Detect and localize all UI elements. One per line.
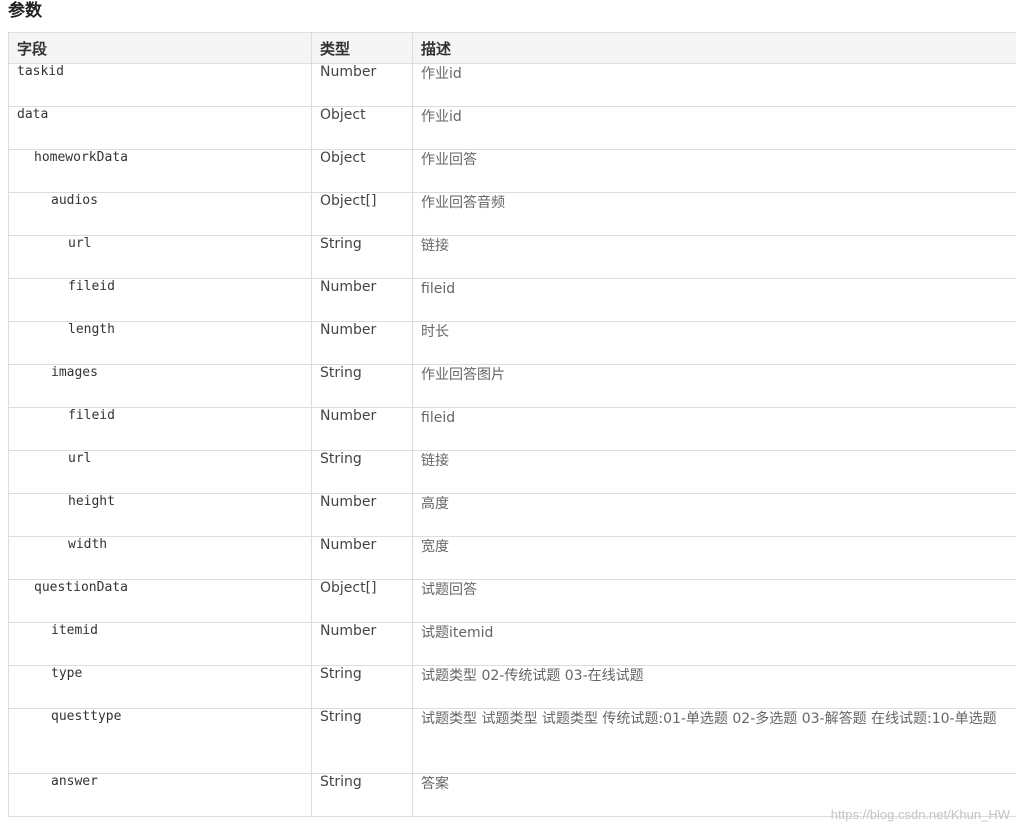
field-description: 作业id <box>412 63 1016 107</box>
field-type: Number <box>311 321 413 365</box>
field-type: String <box>311 364 413 408</box>
field-type: Object <box>311 106 413 150</box>
field-description: 作业id <box>412 106 1016 150</box>
field-description: 链接 <box>412 450 1016 494</box>
table-row: height Number 高度 <box>8 493 1016 537</box>
table-row: url String 链接 <box>8 235 1016 279</box>
field-type: String <box>311 450 413 494</box>
column-header-field: 字段 <box>8 32 312 64</box>
column-header-type: 类型 <box>311 32 413 64</box>
field-name: length <box>8 321 312 365</box>
watermark: https://blog.csdn.net/Khun_HW <box>830 807 1010 822</box>
field-type: Number <box>311 278 413 322</box>
table-row: length Number 时长 <box>8 321 1016 365</box>
table-row: fileid Number fileid <box>8 407 1016 451</box>
table-row: taskid Number 作业id <box>8 63 1016 107</box>
field-name: height <box>8 493 312 537</box>
field-type: Object <box>311 149 413 193</box>
field-type: Number <box>311 407 413 451</box>
field-name: data <box>8 106 312 150</box>
field-description: 试题类型 试题类型 试题类型 传统试题:01-单选题 02-多选题 03-解答题… <box>412 708 1016 774</box>
table-row: homeworkData Object 作业回答 <box>8 149 1016 193</box>
params-table: 字段 类型 描述 taskid Number 作业id data Object … <box>8 32 1016 817</box>
field-name: url <box>8 450 312 494</box>
field-name: type <box>8 665 312 709</box>
field-description: 时长 <box>412 321 1016 365</box>
field-name: url <box>8 235 312 279</box>
table-row: questtype String 试题类型 试题类型 试题类型 传统试题:01-… <box>8 708 1016 774</box>
table-row: type String 试题类型 02-传统试题 03-在线试题 <box>8 665 1016 709</box>
table-row: fileid Number fileid <box>8 278 1016 322</box>
field-description: 试题回答 <box>412 579 1016 623</box>
table-row: width Number 宽度 <box>8 536 1016 580</box>
field-description: 高度 <box>412 493 1016 537</box>
field-description: 作业回答音频 <box>412 192 1016 236</box>
field-name: fileid <box>8 278 312 322</box>
field-name: fileid <box>8 407 312 451</box>
field-name: itemid <box>8 622 312 666</box>
field-type: String <box>311 773 413 817</box>
field-description: 作业回答图片 <box>412 364 1016 408</box>
table-header-row: 字段 类型 描述 <box>8 32 1016 64</box>
field-description: 作业回答 <box>412 149 1016 193</box>
field-description: 试题类型 02-传统试题 03-在线试题 <box>412 665 1016 709</box>
field-type: String <box>311 665 413 709</box>
table-row: url String 链接 <box>8 450 1016 494</box>
field-name: answer <box>8 773 312 817</box>
field-type: Object[] <box>311 192 413 236</box>
field-description: 试题itemid <box>412 622 1016 666</box>
field-name: questionData <box>8 579 312 623</box>
table-row: data Object 作业id <box>8 106 1016 150</box>
field-name: images <box>8 364 312 408</box>
field-type: Number <box>311 622 413 666</box>
field-name: homeworkData <box>8 149 312 193</box>
table-row: itemid Number 试题itemid <box>8 622 1016 666</box>
field-description: fileid <box>412 278 1016 322</box>
table-row: questionData Object[] 试题回答 <box>8 579 1016 623</box>
table-row: images String 作业回答图片 <box>8 364 1016 408</box>
field-type: String <box>311 235 413 279</box>
field-type: Object[] <box>311 579 413 623</box>
field-name: taskid <box>8 63 312 107</box>
field-description: 链接 <box>412 235 1016 279</box>
field-type: Number <box>311 493 413 537</box>
field-name: audios <box>8 192 312 236</box>
field-name: questtype <box>8 708 312 774</box>
field-description: 宽度 <box>412 536 1016 580</box>
field-type: Number <box>311 536 413 580</box>
field-description: fileid <box>412 407 1016 451</box>
column-header-description: 描述 <box>412 32 1016 64</box>
field-name: width <box>8 536 312 580</box>
table-row: audios Object[] 作业回答音频 <box>8 192 1016 236</box>
section-title: 参数 <box>8 1 42 21</box>
field-type: Number <box>311 63 413 107</box>
field-type: String <box>311 708 413 774</box>
